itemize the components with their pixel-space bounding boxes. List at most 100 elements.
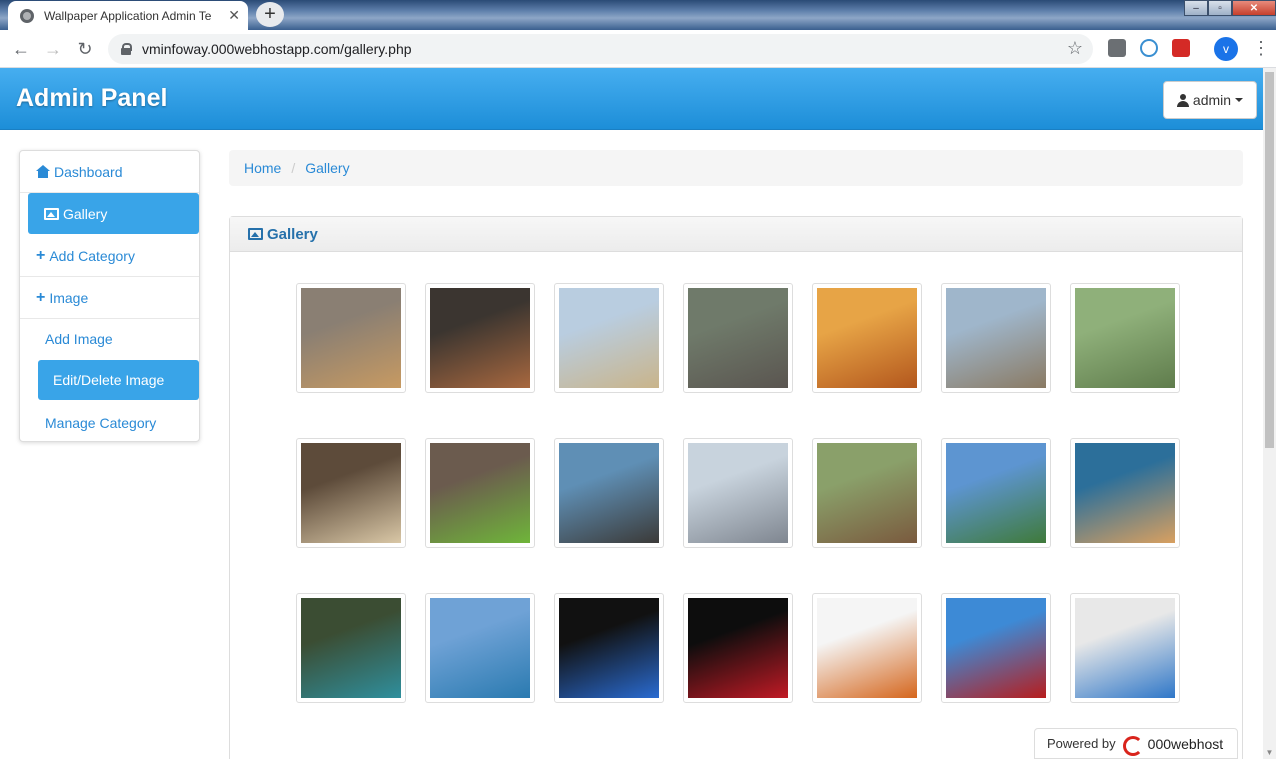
gallery-thumbnail[interactable] bbox=[554, 283, 664, 393]
reload-button[interactable]: ↻ bbox=[74, 38, 96, 60]
gallery-image bbox=[301, 598, 401, 698]
plus-icon: + bbox=[36, 288, 46, 306]
gallery-image bbox=[1075, 443, 1175, 543]
browser-toolbar: ← → ↻ vminfoway.000webhostapp.com/galler… bbox=[0, 30, 1276, 68]
sidebar-item-image[interactable]: + Image bbox=[20, 277, 199, 319]
scroll-down-arrow-icon[interactable]: ▼ bbox=[1263, 746, 1276, 759]
user-icon bbox=[1176, 93, 1189, 107]
gallery-image bbox=[688, 288, 788, 388]
gallery-image bbox=[817, 443, 917, 543]
gallery-thumbnail[interactable] bbox=[296, 593, 406, 703]
gallery-thumbnail[interactable] bbox=[683, 438, 793, 548]
picture-icon bbox=[248, 228, 263, 240]
shield-extension-icon[interactable] bbox=[1108, 39, 1126, 57]
tab-title: Wallpaper Application Admin Te bbox=[44, 8, 212, 23]
breadcrumb-current[interactable]: Gallery bbox=[305, 160, 349, 176]
back-button[interactable]: ← bbox=[10, 38, 32, 60]
minimize-window-button[interactable]: – bbox=[1184, 0, 1208, 16]
gallery-thumbnail[interactable] bbox=[812, 593, 922, 703]
gallery-thumbnail[interactable] bbox=[812, 283, 922, 393]
host-brand-name: 000webhost bbox=[1147, 735, 1224, 752]
caret-down-icon bbox=[1235, 98, 1244, 102]
browser-tab[interactable]: Wallpaper Application Admin Te ✕ bbox=[8, 1, 248, 30]
sidebar-subitem-add-image[interactable]: Add Image bbox=[45, 331, 113, 347]
url-text: vminfoway.000webhostapp.com/gallery.php bbox=[142, 41, 412, 57]
gallery-thumbnail[interactable] bbox=[425, 283, 535, 393]
profile-avatar[interactable]: v bbox=[1214, 37, 1238, 61]
gallery-image bbox=[817, 288, 917, 388]
gallery-thumbnail[interactable] bbox=[1070, 593, 1180, 703]
address-bar[interactable]: vminfoway.000webhostapp.com/gallery.php … bbox=[108, 34, 1093, 64]
globe-icon bbox=[20, 8, 34, 23]
gallery-thumbnail[interactable] bbox=[296, 438, 406, 548]
panel-heading: Gallery bbox=[230, 217, 1242, 252]
page-scrollbar[interactable]: ▲ ▼ bbox=[1263, 68, 1276, 759]
maximize-window-button[interactable]: ▫ bbox=[1208, 0, 1232, 16]
home-icon bbox=[36, 165, 50, 178]
close-window-button[interactable]: ✕ bbox=[1232, 0, 1276, 16]
gallery-image bbox=[559, 288, 659, 388]
gallery-panel: Gallery bbox=[229, 216, 1243, 759]
sidebar-subitem-manage-category[interactable]: Manage Category bbox=[45, 415, 156, 431]
browser-tab-strip: Wallpaper Application Admin Te ✕ + – ▫ ✕ bbox=[0, 0, 1276, 30]
picture-icon bbox=[44, 207, 59, 220]
sidebar: Dashboard Gallery + Add Category + Image… bbox=[19, 150, 200, 442]
new-tab-button[interactable]: + bbox=[256, 2, 284, 27]
sidebar-subitem-edit-delete-image[interactable]: Edit/Delete Image bbox=[38, 360, 199, 400]
gallery-image bbox=[430, 288, 530, 388]
gallery-thumbnail[interactable] bbox=[425, 593, 535, 703]
gallery-image bbox=[946, 598, 1046, 698]
gallery-image bbox=[430, 443, 530, 543]
breadcrumb-home-link[interactable]: Home bbox=[244, 160, 281, 176]
sidebar-item-label: Gallery bbox=[63, 205, 108, 222]
gallery-image bbox=[301, 443, 401, 543]
powered-by-badge[interactable]: Powered by 000webhost bbox=[1034, 728, 1238, 759]
gallery-image bbox=[946, 443, 1046, 543]
plus-icon: + bbox=[36, 246, 46, 264]
sidebar-item-label: Image bbox=[49, 289, 89, 306]
brand-title[interactable]: Admin Panel bbox=[16, 84, 167, 113]
gallery-thumbnail[interactable] bbox=[941, 283, 1051, 393]
sidebar-item-dashboard[interactable]: Dashboard bbox=[20, 151, 199, 193]
scrollbar-thumb[interactable] bbox=[1265, 72, 1274, 448]
000webhost-logo-icon bbox=[1121, 735, 1143, 756]
gallery-thumbnail[interactable] bbox=[683, 283, 793, 393]
powered-by-text: Powered by bbox=[1047, 736, 1116, 751]
sidebar-item-label: Add Category bbox=[49, 247, 135, 264]
close-tab-icon[interactable]: ✕ bbox=[228, 7, 240, 24]
sidebar-item-label: Dashboard bbox=[54, 163, 123, 180]
gallery-thumbnail[interactable] bbox=[1070, 283, 1180, 393]
panel-title: Gallery bbox=[267, 225, 318, 243]
react-extension-icon[interactable] bbox=[1140, 39, 1158, 57]
lock-icon bbox=[120, 43, 132, 55]
app-page: Admin Panel admin Dashboard Gallery + Ad… bbox=[0, 68, 1263, 759]
gallery-image bbox=[817, 598, 917, 698]
sidebar-item-gallery[interactable]: Gallery bbox=[28, 193, 199, 234]
breadcrumb: Home / Gallery bbox=[229, 150, 1243, 186]
gallery-image bbox=[559, 598, 659, 698]
bookmark-star-icon[interactable]: ☆ bbox=[1067, 38, 1083, 59]
top-navbar: Admin Panel admin bbox=[0, 68, 1263, 130]
gallery-thumbnail[interactable] bbox=[812, 438, 922, 548]
browser-menu-icon[interactable]: ⋮ bbox=[1252, 38, 1270, 59]
pdf-extension-icon[interactable] bbox=[1172, 39, 1190, 57]
gallery-image bbox=[559, 443, 659, 543]
gallery-thumbnail[interactable] bbox=[554, 438, 664, 548]
gallery-thumbnail[interactable] bbox=[296, 283, 406, 393]
forward-button[interactable]: → bbox=[42, 38, 64, 60]
gallery-thumbnail[interactable] bbox=[425, 438, 535, 548]
gallery-image bbox=[1075, 288, 1175, 388]
gallery-image bbox=[430, 598, 530, 698]
gallery-image bbox=[946, 288, 1046, 388]
gallery-thumbnail[interactable] bbox=[941, 438, 1051, 548]
window-controls: – ▫ ✕ bbox=[1184, 0, 1276, 16]
sidebar-item-add-category[interactable]: + Add Category bbox=[20, 235, 199, 277]
gallery-image bbox=[301, 288, 401, 388]
user-menu-button[interactable]: admin bbox=[1163, 81, 1257, 119]
gallery-thumbnail[interactable] bbox=[1070, 438, 1180, 548]
gallery-thumbnail[interactable] bbox=[554, 593, 664, 703]
gallery-thumbnail[interactable] bbox=[683, 593, 793, 703]
gallery-image bbox=[688, 598, 788, 698]
gallery-image bbox=[688, 443, 788, 543]
gallery-thumbnail[interactable] bbox=[941, 593, 1051, 703]
